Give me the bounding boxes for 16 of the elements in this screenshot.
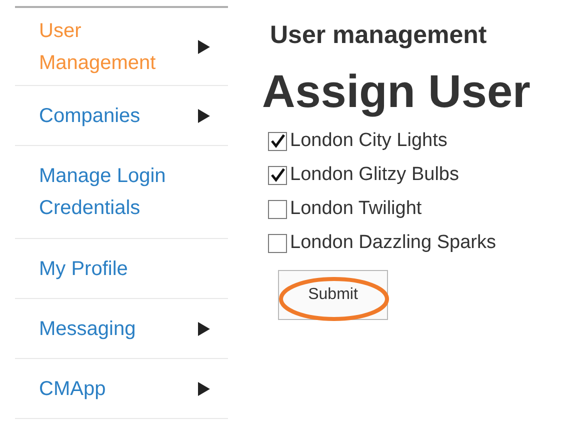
checkbox[interactable]: [268, 200, 287, 218]
sidebar-item[interactable]: Companies: [15, 86, 228, 146]
sidebar-item[interactable]: Messaging: [15, 299, 228, 359]
section-title: User management: [270, 20, 488, 51]
checkbox-label: London Dazzling Sparks: [290, 230, 496, 255]
sidebar-item[interactable]: Manage Login Credentials: [15, 146, 228, 239]
sidebar-item[interactable]: User Management: [15, 8, 228, 86]
checkbox[interactable]: [268, 166, 287, 184]
checkbox-label: London Twilight: [290, 196, 422, 221]
sidebar-item[interactable]: CMApp: [15, 359, 228, 419]
checkbox[interactable]: [268, 132, 287, 150]
page-heading: Assign User: [262, 64, 530, 118]
sidebar-item[interactable]: My Profile: [15, 239, 228, 299]
checkbox-label: London City Lights: [290, 128, 448, 153]
checkbox-label: London Glitzy Bulbs: [290, 162, 459, 187]
checkbox[interactable]: [268, 234, 287, 252]
